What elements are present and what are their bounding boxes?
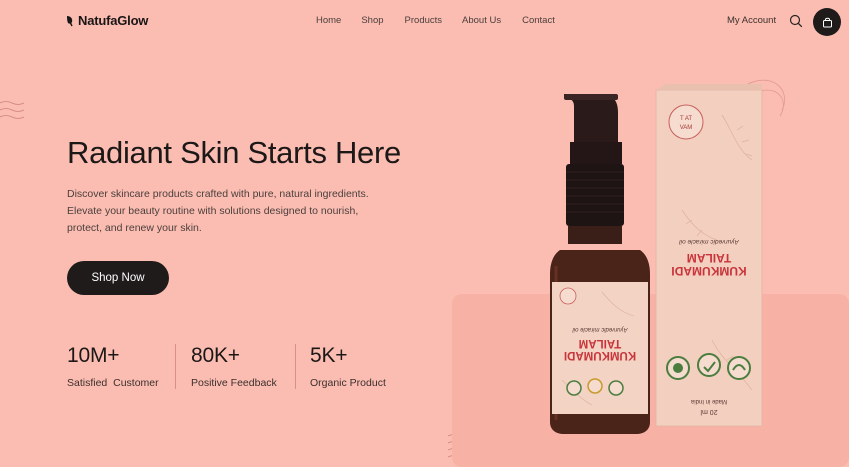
hero-description: Discover skincare products crafted with … — [67, 188, 369, 234]
product-bottle: KUMKUMADI TAILAM Ayurvedic miracle oil — [550, 94, 650, 434]
wave-decoration — [0, 101, 25, 119]
bottle-product-name: KUMKUMADI — [564, 349, 636, 361]
stat-label: Organic Product — [310, 377, 386, 389]
svg-text:20 ml: 20 ml — [700, 408, 718, 415]
stat-value: 5K+ — [310, 344, 348, 367]
shopping-bag-icon — [822, 17, 832, 27]
svg-text:VAM: VAM — [680, 125, 693, 131]
product-box: T AT VAM KUMKUMADI TAILAM Ayurvedic mira… — [655, 84, 763, 427]
stat-customers: 10M+ Satisfied Customer — [67, 344, 175, 389]
svg-text:TAILAM: TAILAM — [579, 337, 622, 349]
svg-text:TAILAM: TAILAM — [687, 251, 731, 265]
stat-products: 5K+ Organic Product — [295, 344, 386, 389]
main-menu: Home Shop Products About Us Contact — [316, 15, 555, 26]
leaf-icon — [67, 15, 73, 26]
my-account-link[interactable]: My Account — [727, 15, 776, 26]
stat-feedback: 80K+ Positive Feedback — [175, 344, 295, 389]
nav-about-us[interactable]: About Us — [462, 15, 501, 26]
search-icon[interactable] — [789, 14, 803, 28]
nav-products[interactable]: Products — [405, 15, 443, 26]
product-image: T AT VAM KUMKUMADI TAILAM Ayurvedic mira… — [452, 79, 849, 467]
nav-home[interactable]: Home — [316, 15, 341, 26]
stat-label: Satisfied Customer — [67, 377, 159, 389]
stat-value: 80K+ — [191, 344, 240, 367]
svg-text:Ayurvedic miracle oil: Ayurvedic miracle oil — [572, 326, 629, 332]
box-product-name: KUMKUMADI — [671, 264, 746, 278]
top-nav: NatufaGlow Home Shop Products About Us C… — [0, 0, 849, 42]
svg-text:Made in India: Made in India — [690, 398, 727, 404]
nav-shop[interactable]: Shop — [361, 15, 383, 26]
stat-value: 10M+ — [67, 344, 120, 367]
hero-title: Radiant Skin Starts Here — [67, 135, 401, 170]
brand-logo[interactable]: NatufaGlow — [66, 13, 148, 28]
svg-text:T AT: T AT — [680, 116, 692, 122]
cart-button[interactable] — [813, 8, 841, 36]
svg-text:Ayurvedic miracle oil: Ayurvedic miracle oil — [679, 238, 740, 245]
nav-contact[interactable]: Contact — [522, 15, 555, 26]
stat-label: Positive Feedback — [191, 377, 277, 389]
stats-row: 10M+ Satisfied Customer 80K+ Positive Fe… — [67, 344, 386, 389]
brand-name: NatufaGlow — [78, 13, 149, 28]
shop-now-button[interactable]: Shop Now — [67, 261, 169, 295]
backdrop-panel — [452, 294, 849, 467]
